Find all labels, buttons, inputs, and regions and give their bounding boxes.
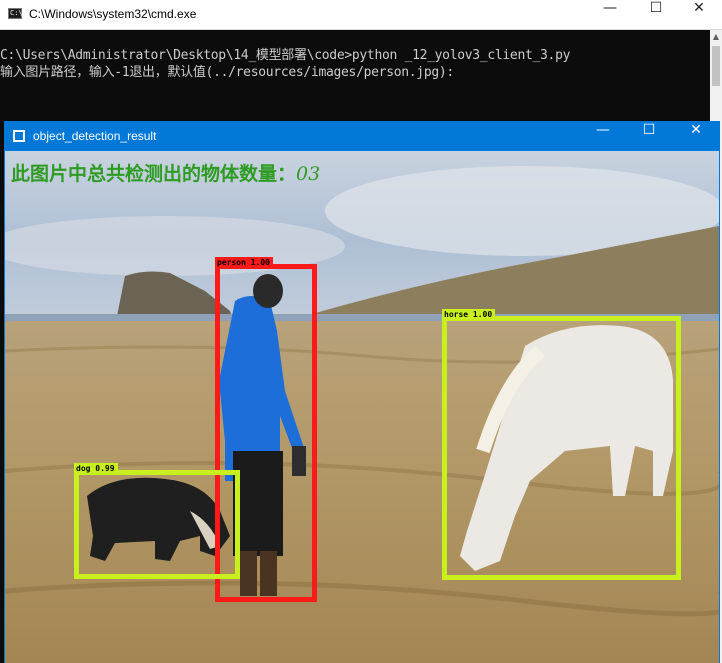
detection-label-dog: dog 0.99 <box>74 463 118 473</box>
window-icon <box>13 130 25 142</box>
result-window-title: object_detection_result <box>33 129 157 143</box>
object-count-value: 03 <box>296 163 321 185</box>
cmd-line-prompt: 输入图片路径，输入-1退出，默认值(../resources/images/pe… <box>0 65 454 80</box>
detection-box-horse: horse 1.00 <box>442 309 681 580</box>
result-minimize-button[interactable]: — <box>580 122 626 151</box>
result-titlebar[interactable]: object_detection_result — ☐ ✕ <box>5 122 719 151</box>
cmd-maximize-button[interactable]: ☐ <box>633 0 679 29</box>
cmd-window-title: C:\Windows\system32\cmd.exe <box>29 7 197 21</box>
scroll-thumb[interactable] <box>712 46 720 86</box>
scroll-up-arrow-icon[interactable]: ▲ <box>710 32 722 42</box>
cmd-titlebar: C:\ C:\Windows\system32\cmd.exe — ☐ ✕ <box>0 0 722 30</box>
object-count-text: 此图片中总共检测出的物体数量： <box>11 163 297 185</box>
result-maximize-button[interactable]: ☐ <box>626 122 672 151</box>
detection-label-person: person 1.00 <box>215 257 273 267</box>
cmd-close-button[interactable]: ✕ <box>676 0 722 29</box>
result-close-button[interactable]: ✕ <box>673 122 719 151</box>
object-count-label: 此图片中总共检测出的物体数量：03 <box>11 159 320 186</box>
cmd-minimize-button[interactable]: — <box>587 0 633 29</box>
cmd-icon: C:\ <box>8 8 23 19</box>
detection-box-dog: dog 0.99 <box>74 463 240 579</box>
detection-image: 此图片中总共检测出的物体数量：03 person 1.00 horse 1.00… <box>5 151 719 663</box>
result-window: object_detection_result — ☐ ✕ 此图片中总共检测出的… <box>4 121 720 663</box>
detection-label-horse: horse 1.00 <box>442 309 496 319</box>
